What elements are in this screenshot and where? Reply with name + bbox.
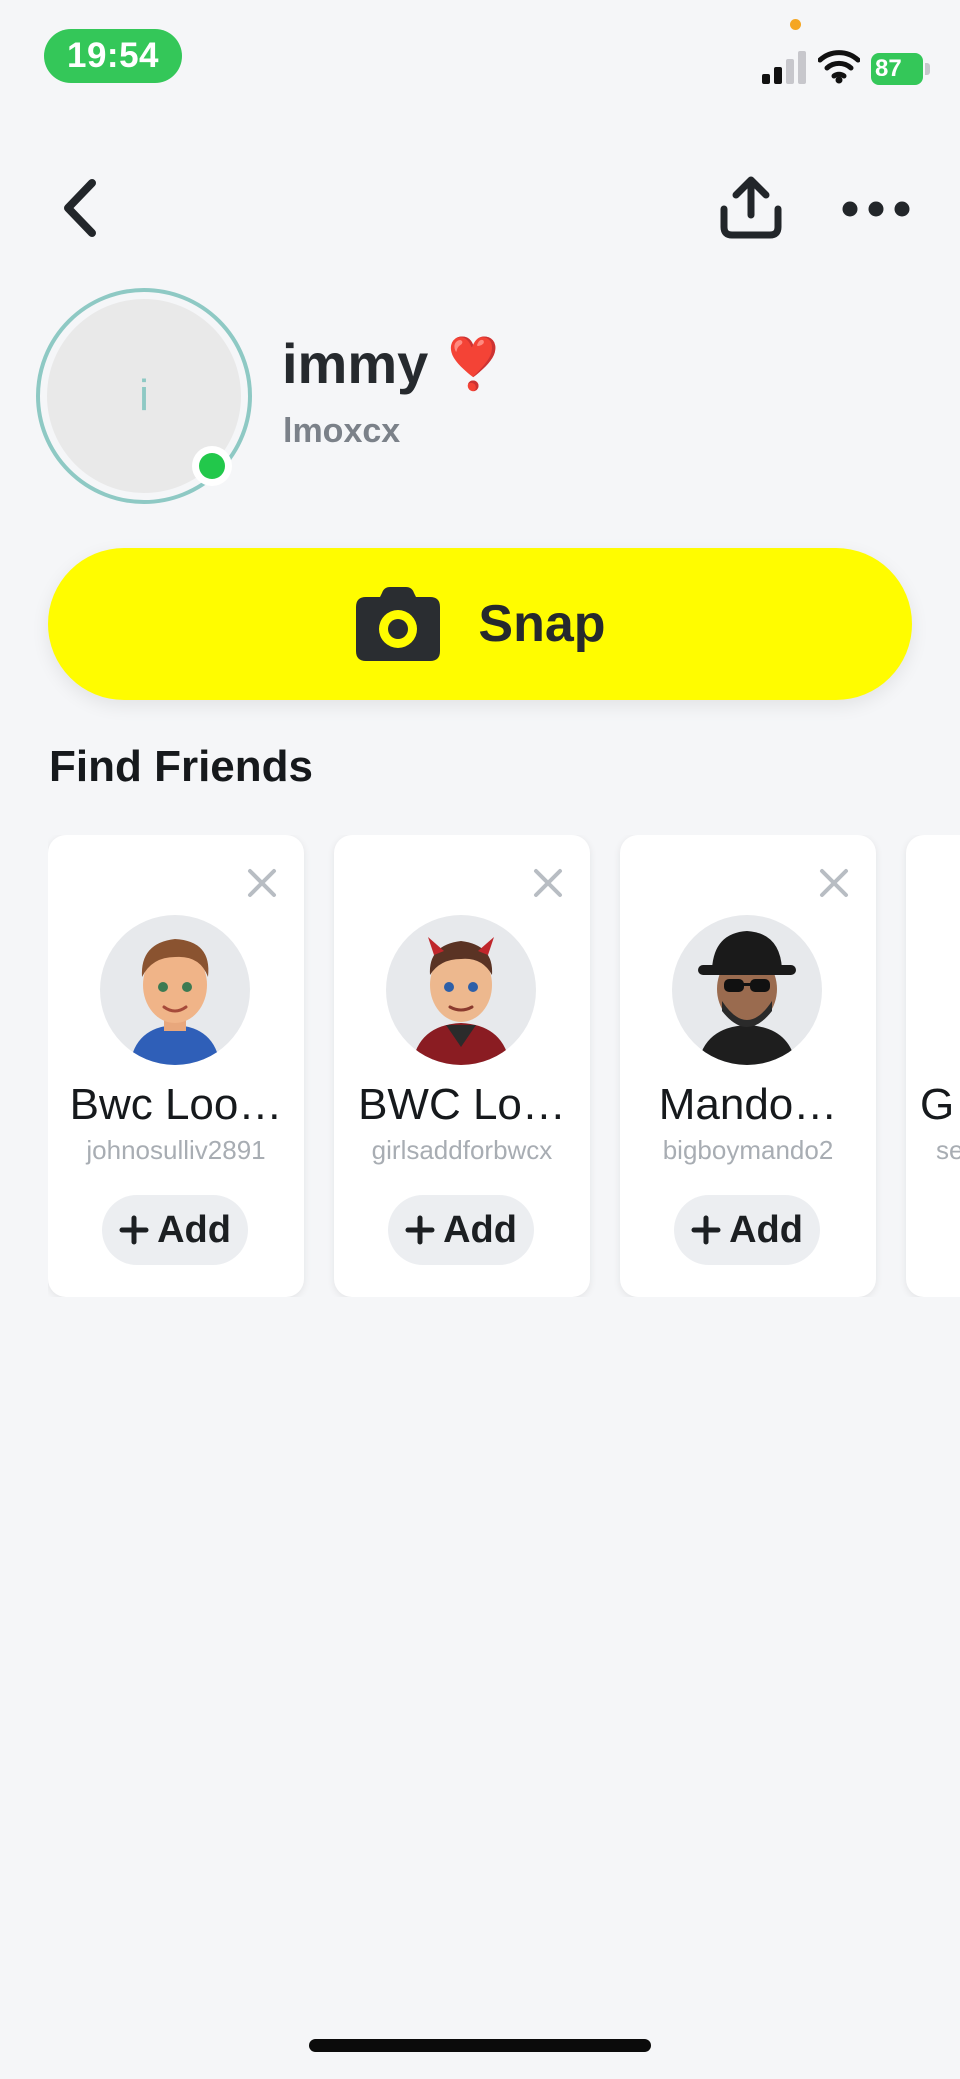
cellular-signal-icon <box>762 51 806 84</box>
find-friends-title: Find Friends <box>49 742 313 791</box>
battery-icon: 87 <box>871 53 931 85</box>
friend-display-name: Bwc Loo… <box>69 1080 283 1129</box>
battery-level: 87 <box>871 53 923 85</box>
chevron-left-icon <box>64 179 96 237</box>
wifi-icon <box>818 50 860 84</box>
friend-suggestion-card[interactable]: BWC Lo… girlsaddforbwcx Add <box>334 835 590 1297</box>
more-options-button[interactable] <box>834 184 918 234</box>
add-button-label: Add <box>729 1208 803 1251</box>
bitmoji-avatar <box>100 915 250 1065</box>
find-friends-carousel[interactable]: Bwc Loo… johnosulliv2891 Add BWC Lo… gir… <box>48 835 960 1297</box>
snap-button[interactable]: Snap <box>48 548 912 700</box>
bitmoji-avatar <box>386 915 536 1065</box>
snap-button-label: Snap <box>478 595 606 653</box>
plus-icon <box>405 1215 435 1245</box>
close-icon[interactable] <box>530 865 566 901</box>
friend-username: se <box>936 1135 960 1165</box>
status-time: 19:54 <box>44 29 182 83</box>
display-name-text: immy <box>282 332 429 395</box>
online-status-indicator <box>192 446 232 486</box>
share-icon <box>720 176 782 239</box>
home-indicator <box>309 2039 651 2052</box>
add-friend-button[interactable]: Add <box>388 1195 534 1265</box>
add-button-label: Add <box>443 1208 517 1251</box>
plus-icon <box>691 1215 721 1245</box>
friend-suggestion-card[interactable]: Bwc Loo… johnosulliv2891 Add <box>48 835 304 1297</box>
friend-username: johnosulliv2891 <box>86 1135 266 1165</box>
friend-display-name: BWC Lo… <box>358 1080 566 1129</box>
add-friend-button[interactable]: Add <box>674 1195 820 1265</box>
friend-display-name: G <box>920 1080 955 1129</box>
profile-display-name: immy ❣️ <box>282 336 505 392</box>
add-button-label: Add <box>157 1208 231 1251</box>
ellipsis-icon <box>842 201 910 217</box>
heart-exclamation-icon: ❣️ <box>442 336 505 392</box>
friend-display-name: Mando… <box>658 1080 838 1129</box>
close-icon[interactable] <box>244 865 280 901</box>
add-friend-button[interactable]: Add <box>102 1195 248 1265</box>
share-button[interactable] <box>710 168 792 246</box>
friend-username: girlsaddforbwcx <box>371 1135 553 1165</box>
plus-icon <box>119 1215 149 1245</box>
close-icon[interactable] <box>816 865 852 901</box>
friend-suggestion-card[interactable]: Mando… bigboymando2 Add <box>620 835 876 1297</box>
bitmoji-avatar <box>672 915 822 1065</box>
back-button[interactable] <box>50 176 110 240</box>
friend-username: bigboymando2 <box>662 1135 834 1165</box>
profile-username: lmoxcx <box>283 412 401 450</box>
privacy-indicator-dot <box>790 19 801 30</box>
friend-suggestion-card[interactable]: G se <box>906 835 960 1297</box>
camera-icon <box>356 587 441 661</box>
